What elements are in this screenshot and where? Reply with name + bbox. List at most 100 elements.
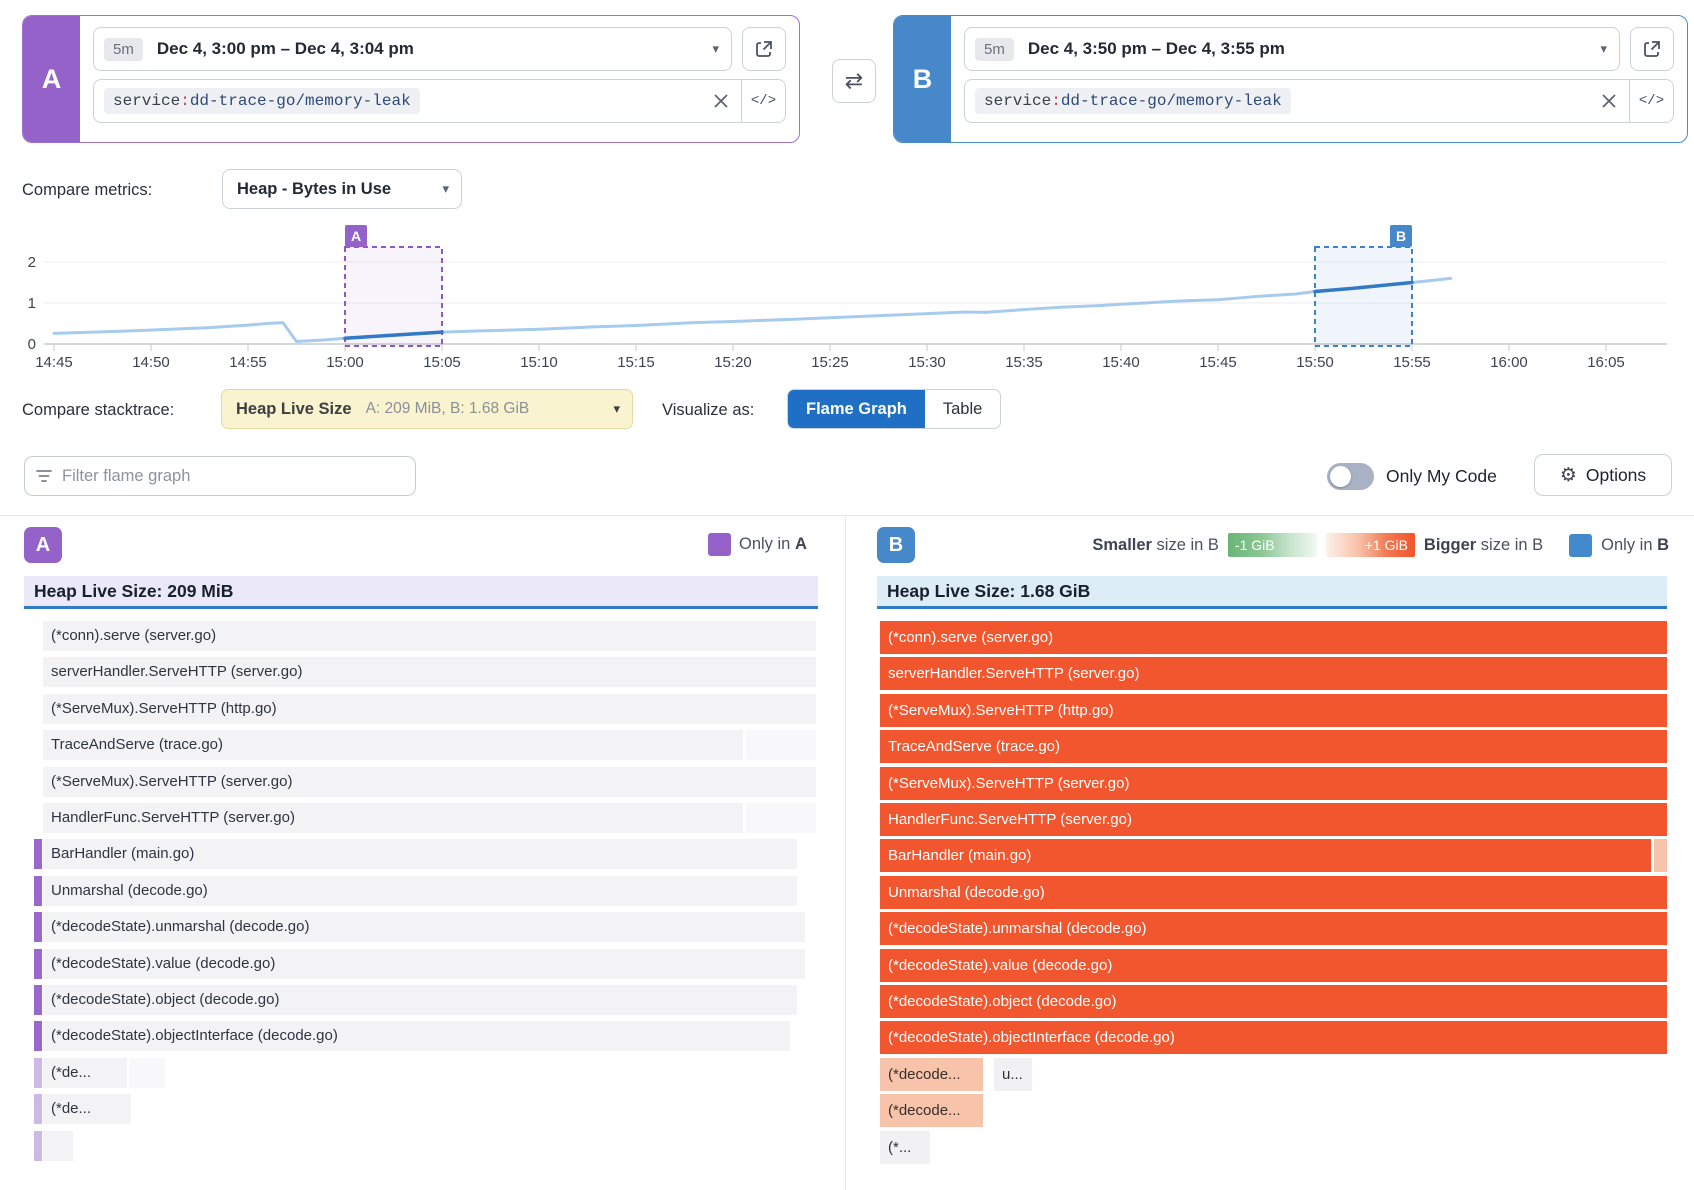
gear-icon: ⚙ bbox=[1560, 464, 1577, 486]
flame-filter-input[interactable] bbox=[62, 467, 405, 486]
svg-text:2: 2 bbox=[28, 254, 36, 271]
close-icon bbox=[1601, 93, 1617, 109]
flame-frame[interactable]: serverHandler.ServeHTTP (server.go) bbox=[43, 657, 816, 687]
chevron-down-icon: ▾ bbox=[613, 402, 620, 417]
flame-frame[interactable]: (*decodeState).value (decode.go) bbox=[880, 949, 1667, 982]
flame-frame[interactable]: (*de... bbox=[43, 1094, 131, 1124]
swap-icon: ⇄ bbox=[845, 69, 863, 94]
swap-ab-button[interactable]: ⇄ bbox=[832, 59, 876, 103]
flame-frame[interactable]: Unmarshal (decode.go) bbox=[43, 876, 797, 906]
flame-frame[interactable] bbox=[34, 1131, 42, 1161]
profile-b-badge: B bbox=[894, 16, 951, 142]
flame-frame[interactable] bbox=[34, 949, 42, 979]
profile-selector-a: A 5m Dec 4, 3:00 pm – Dec 4, 3:04 pm ▾ s… bbox=[22, 15, 800, 143]
flame-frame[interactable] bbox=[43, 1131, 73, 1161]
flame-frame[interactable]: (*ServeMux).ServeHTTP (server.go) bbox=[880, 767, 1667, 800]
panel-divider bbox=[845, 516, 846, 1190]
flame-frame[interactable]: (*decodeState).object (decode.go) bbox=[43, 985, 797, 1015]
flame-frame[interactable] bbox=[34, 985, 42, 1015]
open-in-new-button[interactable] bbox=[1630, 27, 1674, 71]
comparison-chart[interactable]: 01214:4514:5014:5515:0015:0515:1015:1515… bbox=[22, 221, 1672, 373]
query-input-a[interactable]: service:dd-trace-go/memory-leak </> bbox=[93, 79, 786, 123]
flame-frame[interactable]: TraceAndServe (trace.go) bbox=[880, 730, 1667, 763]
flame-frame[interactable] bbox=[1654, 839, 1667, 872]
svg-text:14:45: 14:45 bbox=[35, 354, 73, 371]
section-divider bbox=[0, 515, 1694, 516]
code-view-button[interactable]: </> bbox=[741, 80, 785, 122]
close-icon bbox=[713, 93, 729, 109]
flame-frame[interactable]: (*ServeMux).ServeHTTP (http.go) bbox=[880, 694, 1667, 727]
time-range-dropdown-b[interactable]: 5m Dec 4, 3:50 pm – Dec 4, 3:55 pm ▾ bbox=[964, 27, 1620, 71]
query-input-b[interactable]: service:dd-trace-go/memory-leak </> bbox=[964, 79, 1674, 123]
query-chip: service:dd-trace-go/memory-leak bbox=[104, 88, 420, 114]
clear-query-button[interactable] bbox=[701, 93, 741, 109]
clear-query-button[interactable] bbox=[1589, 93, 1629, 109]
svg-text:B: B bbox=[1396, 228, 1406, 244]
open-in-new-button[interactable] bbox=[742, 27, 786, 71]
flame-frame[interactable]: (*... bbox=[880, 1131, 930, 1164]
flame-frame[interactable]: BarHandler (main.go) bbox=[880, 839, 1651, 872]
query-chip: service:dd-trace-go/memory-leak bbox=[975, 88, 1291, 114]
flame-a-badge: A bbox=[24, 527, 62, 563]
flame-graph-b: Heap Live Size: 1.68 GiB (*conn).serve (… bbox=[877, 576, 1694, 1190]
flame-frame[interactable]: (*decode... bbox=[880, 1058, 983, 1091]
flame-graph-a: Heap Live Size: 209 MiB (*conn).serve (s… bbox=[24, 576, 845, 1190]
flame-frame[interactable]: Unmarshal (decode.go) bbox=[880, 876, 1667, 909]
flame-frame[interactable]: (*decode... bbox=[880, 1094, 983, 1127]
flame-frame[interactable] bbox=[34, 876, 42, 906]
flame-frame[interactable] bbox=[34, 1058, 42, 1088]
flame-frame[interactable] bbox=[34, 912, 42, 942]
code-view-button[interactable]: </> bbox=[1629, 80, 1673, 122]
flame-frame[interactable]: (*decodeState).objectInterface (decode.g… bbox=[43, 1021, 790, 1051]
stacktrace-metric-dropdown[interactable]: Heap Live Size A: 209 MiB, B: 1.68 GiB ▾ bbox=[221, 389, 633, 429]
profile-a-badge: A bbox=[23, 16, 80, 142]
flame-b-badge: B bbox=[877, 527, 915, 563]
svg-text:14:55: 14:55 bbox=[229, 354, 267, 371]
svg-text:15:10: 15:10 bbox=[520, 354, 558, 371]
legend-size-diff: Smaller size in B -1 GiB +1 GiB Bigger s… bbox=[1092, 533, 1669, 557]
flame-frame[interactable]: (*ServeMux).ServeHTTP (server.go) bbox=[43, 767, 816, 797]
flame-frame[interactable]: BarHandler (main.go) bbox=[43, 839, 797, 869]
flame-frame[interactable]: u... bbox=[994, 1058, 1032, 1091]
flame-frame[interactable]: (*de... bbox=[43, 1058, 127, 1088]
flame-frame[interactable]: (*decodeState).object (decode.go) bbox=[880, 985, 1667, 1018]
tab-table[interactable]: Table bbox=[925, 390, 1000, 428]
flame-frame[interactable] bbox=[746, 730, 816, 760]
flame-frame[interactable]: TraceAndServe (trace.go) bbox=[43, 730, 743, 760]
time-range-text: Dec 4, 3:00 pm – Dec 4, 3:04 pm bbox=[157, 39, 414, 59]
flame-frame[interactable]: serverHandler.ServeHTTP (server.go) bbox=[880, 657, 1667, 690]
duration-chip: 5m bbox=[104, 38, 143, 61]
flame-frame[interactable]: HandlerFunc.ServeHTTP (server.go) bbox=[43, 803, 743, 833]
only-my-code-toggle[interactable] bbox=[1327, 463, 1374, 490]
svg-text:15:45: 15:45 bbox=[1199, 354, 1237, 371]
profiling-comparison-page: A 5m Dec 4, 3:00 pm – Dec 4, 3:04 pm ▾ s… bbox=[0, 0, 1694, 1190]
flame-frame[interactable] bbox=[746, 803, 816, 833]
flame-frame[interactable]: (*decodeState).unmarshal (decode.go) bbox=[880, 912, 1667, 945]
visualize-as-label: Visualize as: bbox=[662, 401, 754, 420]
flame-frame[interactable]: HandlerFunc.ServeHTTP (server.go) bbox=[880, 803, 1667, 836]
svg-text:15:25: 15:25 bbox=[811, 354, 849, 371]
flame-frame[interactable]: (*decodeState).value (decode.go) bbox=[43, 949, 805, 979]
svg-text:15:30: 15:30 bbox=[908, 354, 946, 371]
tab-flame-graph[interactable]: Flame Graph bbox=[788, 390, 925, 428]
time-range-dropdown-a[interactable]: 5m Dec 4, 3:00 pm – Dec 4, 3:04 pm ▾ bbox=[93, 27, 732, 71]
compare-metrics-label: Compare metrics: bbox=[22, 181, 152, 200]
svg-text:15:40: 15:40 bbox=[1102, 354, 1140, 371]
flame-frame[interactable]: (*ServeMux).ServeHTTP (http.go) bbox=[43, 694, 816, 724]
flame-filter-field[interactable] bbox=[24, 456, 416, 496]
svg-text:15:20: 15:20 bbox=[714, 354, 752, 371]
flame-frame[interactable]: (*decodeState).objectInterface (decode.g… bbox=[880, 1021, 1667, 1054]
compare-metrics-dropdown[interactable]: Heap - Bytes in Use ▾ bbox=[222, 169, 462, 209]
svg-text:15:05: 15:05 bbox=[423, 354, 461, 371]
flame-frame[interactable] bbox=[34, 839, 42, 869]
flame-frame[interactable]: (*decodeState).unmarshal (decode.go) bbox=[43, 912, 805, 942]
flame-frame[interactable] bbox=[34, 1021, 42, 1051]
only-in-b-swatch bbox=[1569, 534, 1592, 557]
svg-text:16:00: 16:00 bbox=[1490, 354, 1528, 371]
flame-frame[interactable]: (*conn).serve (server.go) bbox=[880, 621, 1667, 654]
options-button[interactable]: ⚙ Options bbox=[1534, 454, 1672, 496]
flame-frame[interactable] bbox=[34, 1094, 42, 1124]
flame-frame[interactable]: (*conn).serve (server.go) bbox=[43, 621, 816, 651]
svg-text:16:05: 16:05 bbox=[1587, 354, 1625, 371]
flame-frame[interactable] bbox=[129, 1058, 165, 1088]
